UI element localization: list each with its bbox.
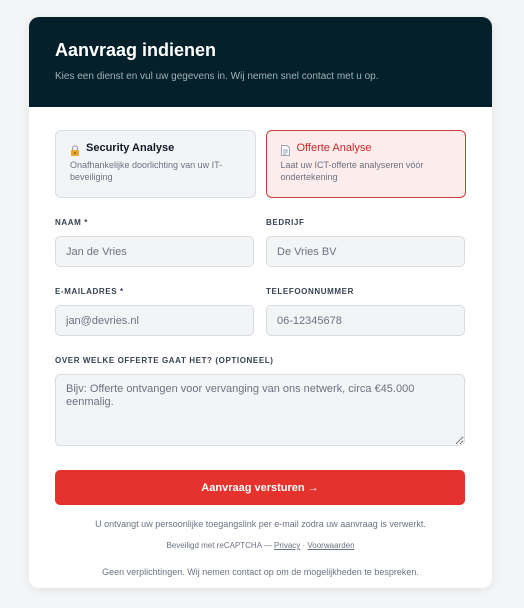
service-title: Security Analyse: [86, 142, 175, 154]
email-field-group: E-MAILADRES *: [55, 287, 254, 336]
privacy-link[interactable]: Privacy: [274, 541, 300, 550]
service-title: Offerte Analyse: [296, 142, 372, 154]
service-description: Laat uw ICT-offerte analyseren vóór onde…: [280, 160, 424, 182]
card-header: Aanvraag indienen Kies een dienst en vul…: [29, 17, 492, 107]
phone-field[interactable]: [266, 305, 465, 336]
service-description: Onafhankelijke doorlichting van uw IT-be…: [70, 160, 223, 182]
service-head: Security Analyse: [70, 142, 243, 156]
name-field-group: NAAM *: [55, 218, 254, 267]
request-form-card: Aanvraag indienen Kies een dienst en vul…: [29, 17, 492, 588]
recaptcha-text: Beveiligd met reCAPTCHA —: [166, 541, 275, 550]
question-label: OVER WELKE OFFERTE GAAT HET? (OPTIONEEL): [55, 356, 274, 365]
service-head: Offerte Analyse: [280, 142, 454, 156]
page-title: Aanvraag indienen: [55, 40, 217, 60]
submit-button[interactable]: Aanvraag versturen →: [55, 470, 465, 505]
question-textarea[interactable]: [55, 374, 465, 446]
service-option-security[interactable]: Security Analyse Onafhankelijke doorlich…: [55, 130, 256, 198]
company-field[interactable]: [266, 236, 465, 267]
question-field-group: OVER WELKE OFFERTE GAAT HET? (OPTIONEEL): [55, 356, 466, 451]
field-row-email-phone: E-MAILADRES * TELEFOONNUMMER: [55, 287, 466, 336]
page-subtitle: Kies een dienst en vul uw gegevens in. W…: [55, 71, 379, 82]
phone-field-group: TELEFOONNUMMER: [266, 287, 465, 336]
company-field-group: BEDRIJF: [266, 218, 465, 267]
field-row-name-company: NAAM * BEDRIJF: [55, 218, 466, 267]
no-obligation-note: Geen verplichtingen. Wij nemen contact o…: [102, 567, 419, 577]
email-label: E-MAILADRES *: [55, 287, 124, 296]
card-body: Security Analyse Onafhankelijke doorlich…: [29, 107, 492, 578]
email-field[interactable]: [55, 305, 254, 336]
name-field[interactable]: [55, 236, 254, 267]
service-options: Security Analyse Onafhankelijke doorlich…: [55, 130, 466, 198]
recaptcha-note: Beveiligd met reCAPTCHA — Privacy · Voor…: [55, 540, 466, 551]
company-label: BEDRIJF: [266, 218, 305, 227]
terms-link[interactable]: Voorwaarden: [307, 541, 354, 550]
service-option-offerte[interactable]: Offerte Analyse Laat uw ICT-offerte anal…: [265, 130, 466, 198]
name-label: NAAM *: [55, 218, 88, 227]
lock-icon: [70, 143, 80, 156]
document-icon: [280, 143, 291, 156]
access-link-note: U ontvangt uw persoonlijke toegangslink …: [95, 519, 426, 529]
phone-label: TELEFOONNUMMER: [266, 287, 354, 296]
